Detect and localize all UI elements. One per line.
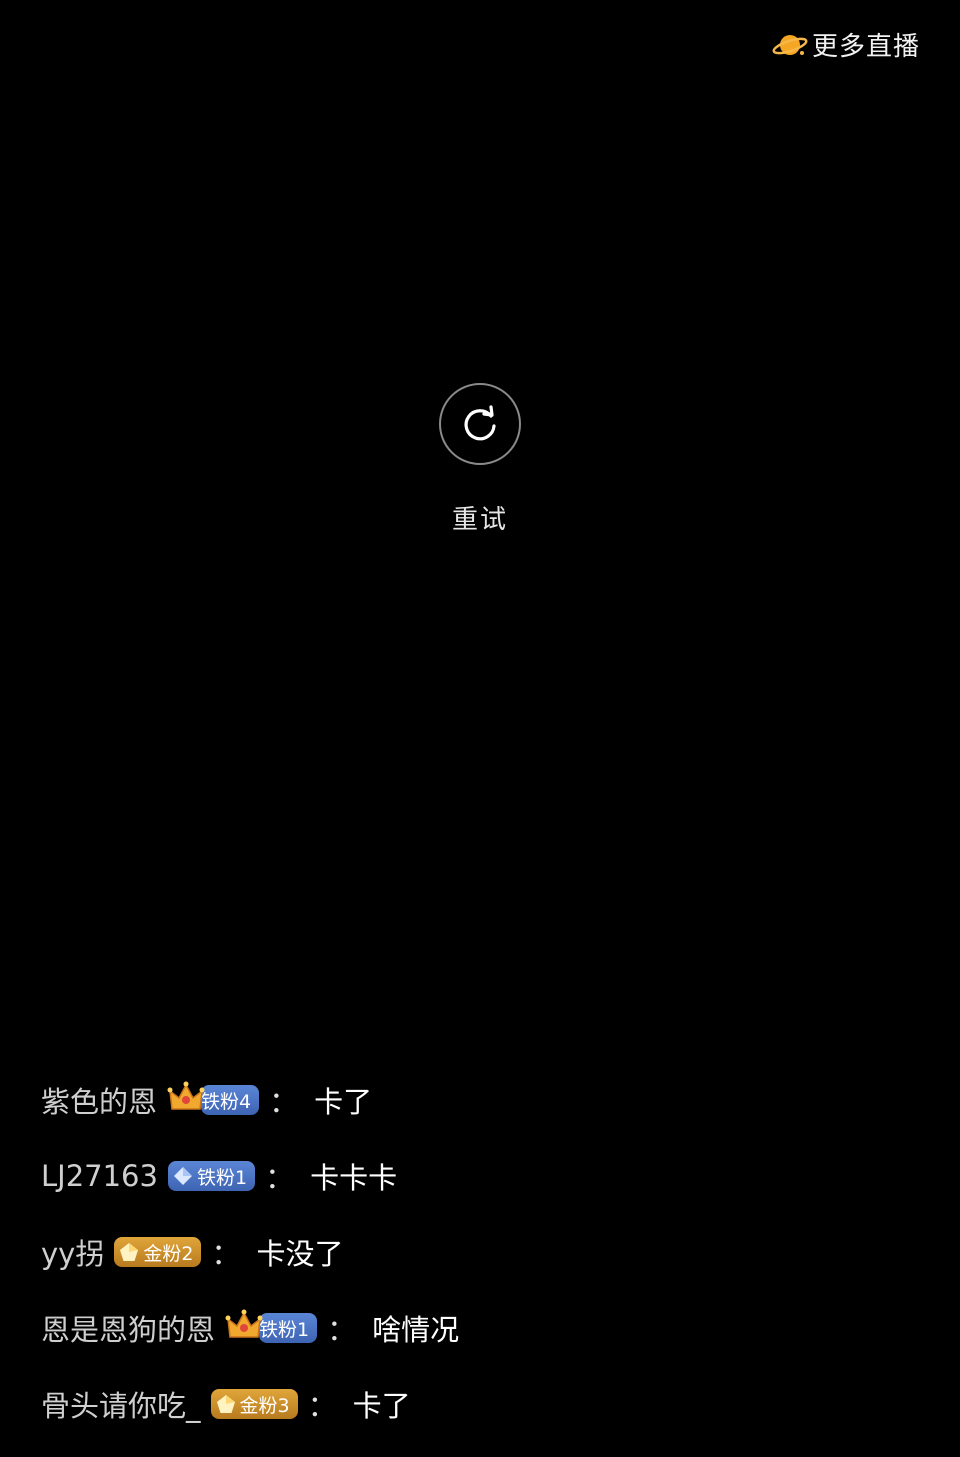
chat-message[interactable]: LJ27163 铁粉1 ： 卡卡卡 <box>41 1138 921 1214</box>
chat-message[interactable]: 恩是恩狗的恩 铁粉1 ： 啥情况 <box>41 1290 921 1366</box>
chat-colon: ： <box>265 1161 295 1195</box>
more-live-label: 更多直播 <box>811 32 920 62</box>
fan-badge[interactable]: 金粉3 <box>210 1389 298 1419</box>
fan-badge-label: 金粉3 <box>239 1394 290 1417</box>
fan-badge-label: 铁粉1 <box>259 1318 310 1341</box>
chat-username[interactable]: 恩是恩狗的恩 <box>41 1307 215 1349</box>
chat-colon: ： <box>269 1085 299 1119</box>
crown-icon <box>225 1309 263 1338</box>
chat-colon: ： <box>307 1389 337 1423</box>
fan-badge[interactable]: 铁粉1 <box>225 1309 318 1343</box>
fan-badge[interactable]: 铁粉1 <box>167 1161 256 1191</box>
retry-panel: 重试 <box>0 383 960 536</box>
chat-username[interactable]: 骨头请你吃_ <box>41 1383 201 1425</box>
chat-username[interactable]: 紫色的恩 <box>41 1079 157 1121</box>
chat-message-text: 卡没了 <box>256 1237 344 1271</box>
planet-icon <box>772 34 808 55</box>
chat-message[interactable]: 紫色的恩 铁粉4 ： 卡了 <box>41 1062 921 1138</box>
refresh-icon <box>464 405 496 441</box>
chat-message-text: 啥情况 <box>372 1313 460 1347</box>
retry-label: 重试 <box>451 505 508 535</box>
crown-icon <box>167 1081 205 1110</box>
fan-badge-label: 金粉2 <box>143 1242 194 1265</box>
chat-message-text: 卡了 <box>352 1389 411 1423</box>
fan-badge-label: 铁粉1 <box>196 1166 248 1189</box>
chat-username[interactable]: LJ27163 <box>41 1159 158 1193</box>
chat-message[interactable]: yy拐 金粉2 ： 卡没了 <box>41 1214 921 1290</box>
chat-colon: ： <box>211 1237 241 1271</box>
fan-badge[interactable]: 铁粉4 <box>167 1081 260 1115</box>
retry-button[interactable] <box>439 383 521 465</box>
more-live-link[interactable]: 更多直播 <box>772 26 920 63</box>
chat-message[interactable]: 骨头请你吃_ 金粉3 ： 卡了 <box>41 1366 921 1442</box>
chat-message-text: 卡了 <box>314 1085 373 1119</box>
pentagon-gem-icon <box>216 1395 235 1413</box>
chat-username[interactable]: yy拐 <box>41 1231 104 1273</box>
chat-list: 紫色的恩 铁粉4 ： 卡了 LJ27163 铁粉1 ： 卡卡卡 yy拐 金粉2 … <box>41 1062 921 1442</box>
fan-badge-label: 铁粉4 <box>201 1090 252 1113</box>
diamond-icon <box>173 1167 192 1185</box>
pentagon-gem-icon <box>120 1243 139 1261</box>
chat-colon: ： <box>327 1313 357 1347</box>
chat-message-text: 卡卡卡 <box>310 1161 398 1195</box>
fan-badge[interactable]: 金粉2 <box>114 1237 202 1267</box>
